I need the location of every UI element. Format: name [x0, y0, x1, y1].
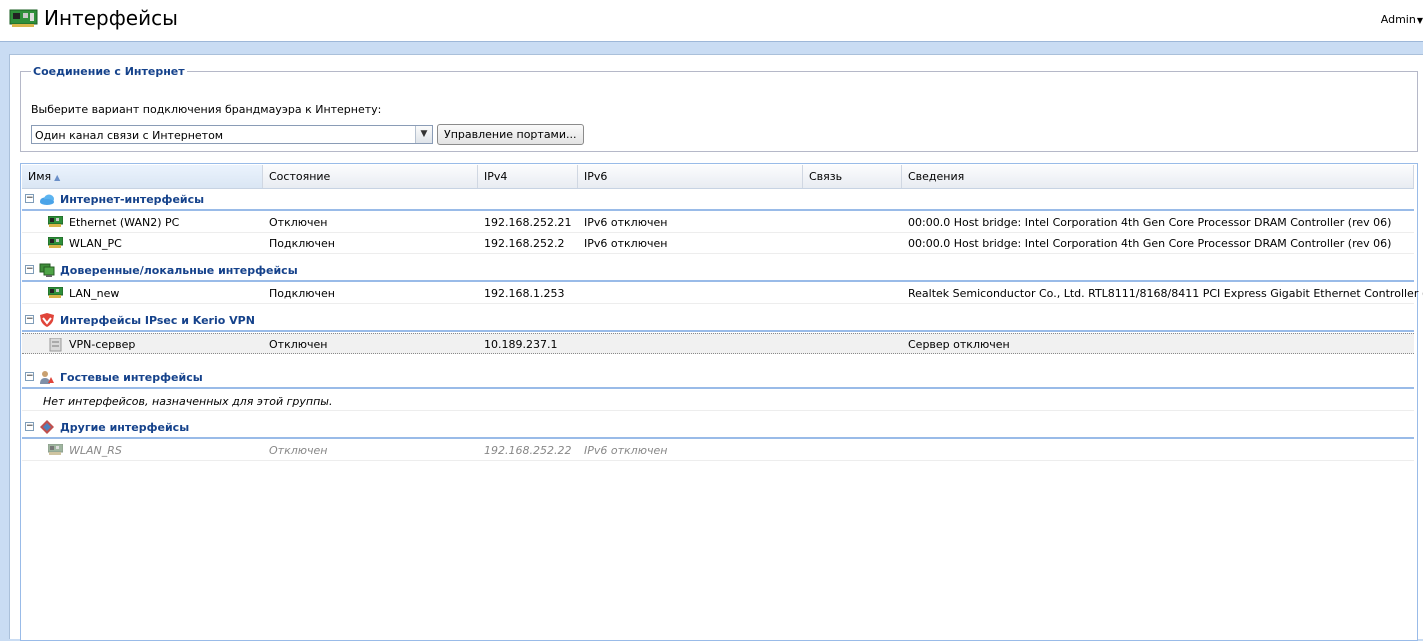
col-details-cell: Сервер отключен [908, 338, 1010, 351]
connection-prompt: Выберите вариант подключения брандмауэра… [31, 103, 382, 116]
col-name-cell: VPN-сервер [69, 338, 136, 351]
collapse-icon[interactable]: − [25, 265, 34, 274]
sort-ascending-icon: ▲ [54, 173, 61, 182]
diamond-icon [39, 420, 55, 434]
guest-user-icon [39, 370, 55, 384]
network-card-icon [47, 286, 64, 298]
table-row[interactable]: LAN_new Подключен 192.168.1.253 Realtek Sem… [22, 283, 1423, 304]
group-label: Интернет-интерфейсы [60, 193, 205, 206]
column-header-label: IPv4 [484, 170, 508, 183]
network-card-icon [47, 236, 64, 248]
user-menu[interactable]: Admin▼ [1381, 13, 1423, 26]
vpn-server-icon [48, 337, 63, 352]
collapse-icon[interactable]: − [25, 315, 34, 324]
table-row[interactable]: WLAN_RS Отключен 192.168.252.22 IPv6 отключ… [22, 440, 1414, 461]
chevron-down-icon: ▼ [1416, 16, 1423, 25]
col-ipv6-cell: IPv6 отключен [584, 216, 668, 229]
col-state-cell: Подключен [269, 287, 335, 300]
column-header-label: Связь [809, 170, 843, 183]
user-name: Admin [1380, 13, 1416, 26]
col-details-header[interactable]: Сведения [902, 165, 1414, 188]
col-name-cell: WLAN_RS [69, 444, 122, 457]
chevron-down-icon[interactable]: ▼ [415, 126, 432, 143]
group-label: Гостевые интерфейсы [60, 371, 203, 384]
col-ipv4-cell: 192.168.252.21 [484, 216, 572, 229]
manage-ports-button[interactable]: Управление портами... [437, 124, 584, 145]
empty-group-text: Нет интерфейсов, назначенных для этой гр… [43, 395, 333, 408]
col-details-cell: 00:00.0 Host bridge: Intel Corporation 4… [908, 216, 1392, 229]
col-ipv6-cell: IPv6 отключен [584, 444, 668, 457]
collapse-icon[interactable]: − [25, 422, 34, 431]
table-row[interactable]: WLAN_PC Подключен 192.168.252.2 IPv6 отключ… [22, 233, 1414, 254]
connection-type-value: Один канал связи с Интернетом [35, 129, 224, 142]
grid-header: Имя ▲ Состояние IPv4 IPv6 Связь Сведения [22, 165, 1414, 189]
empty-group-row: Нет интерфейсов, назначенных для этой гр… [22, 390, 1414, 411]
shield-icon [39, 313, 55, 327]
col-ipv6-cell: IPv6 отключен [584, 237, 668, 250]
col-link-header[interactable]: Связь [803, 165, 902, 188]
col-name-header[interactable]: Имя ▲ [22, 165, 263, 188]
col-state-cell: Отключен [269, 444, 328, 457]
col-details-cell: 00:00.0 Host bridge: Intel Corporation 4… [908, 237, 1392, 250]
col-state-cell: Отключен [269, 338, 328, 351]
column-header-label: Имя [28, 170, 52, 183]
col-ipv4-cell: 10.189.237.1 [484, 338, 558, 351]
main-panel: Соединение с Интернет Выберите вариант п… [9, 54, 1423, 641]
interfaces-grid: Имя ▲ Состояние IPv4 IPv6 Связь Сведения − Инте… [20, 163, 1423, 641]
collapse-icon[interactable]: − [25, 372, 34, 381]
col-ipv4-cell: 192.168.252.22 [484, 444, 572, 457]
col-state-cell: Отключен [269, 216, 328, 229]
col-ipv4-cell: 192.168.252.2 [484, 237, 565, 250]
col-name-cell: Ethernet (WAN2) PC [69, 216, 180, 229]
col-name-cell: WLAN_PC [69, 237, 122, 250]
column-header-label: Состояние [269, 170, 331, 183]
group-header[interactable]: − Интерфейсы IPsec и Kerio VPN [22, 310, 1414, 332]
network-card-icon [9, 9, 38, 27]
internet-connection-section: Соединение с Интернет Выберите вариант п… [20, 65, 1418, 152]
col-ipv4-header[interactable]: IPv4 [478, 165, 578, 188]
group-label: Интерфейсы IPsec и Kerio VPN [60, 314, 255, 327]
page-title: Интерфейсы [44, 6, 178, 30]
network-card-icon [47, 443, 64, 455]
network-card-icon [47, 215, 64, 227]
col-state-header[interactable]: Состояние [263, 165, 478, 188]
table-row[interactable]: VPN-сервер Отключен 10.189.237.1 Сервер отк… [22, 333, 1414, 354]
col-name-cell: LAN_new [69, 287, 120, 300]
col-state-cell: Подключен [269, 237, 335, 250]
group-header[interactable]: − Интернет-интерфейсы [22, 189, 1414, 211]
monitor-network-icon [39, 263, 55, 277]
group-header[interactable]: − Доверенные/локальные интерфейсы [22, 260, 1414, 282]
group-label: Доверенные/локальные интерфейсы [60, 264, 298, 277]
col-details-cell: Realtek Semiconductor Co., Ltd. RTL8111/… [908, 287, 1423, 300]
top-header: Интерфейсы Admin▼ [0, 0, 1423, 42]
cloud-icon [39, 192, 55, 206]
column-header-label: Сведения [908, 170, 965, 183]
group-header[interactable]: − Другие интерфейсы [22, 417, 1414, 439]
connection-type-select[interactable]: Один канал связи с Интернетом ▼ [31, 125, 433, 144]
collapse-icon[interactable]: − [25, 194, 34, 203]
col-ipv4-cell: 192.168.1.253 [484, 287, 565, 300]
column-header-label: IPv6 [584, 170, 608, 183]
table-row[interactable]: Ethernet (WAN2) PC Отключен 192.168.252.21… [22, 212, 1414, 233]
col-ipv6-header[interactable]: IPv6 [578, 165, 803, 188]
group-label: Другие интерфейсы [60, 421, 190, 434]
group-header[interactable]: − Гостевые интерфейсы [22, 367, 1414, 389]
section-legend: Соединение с Интернет [33, 65, 185, 78]
